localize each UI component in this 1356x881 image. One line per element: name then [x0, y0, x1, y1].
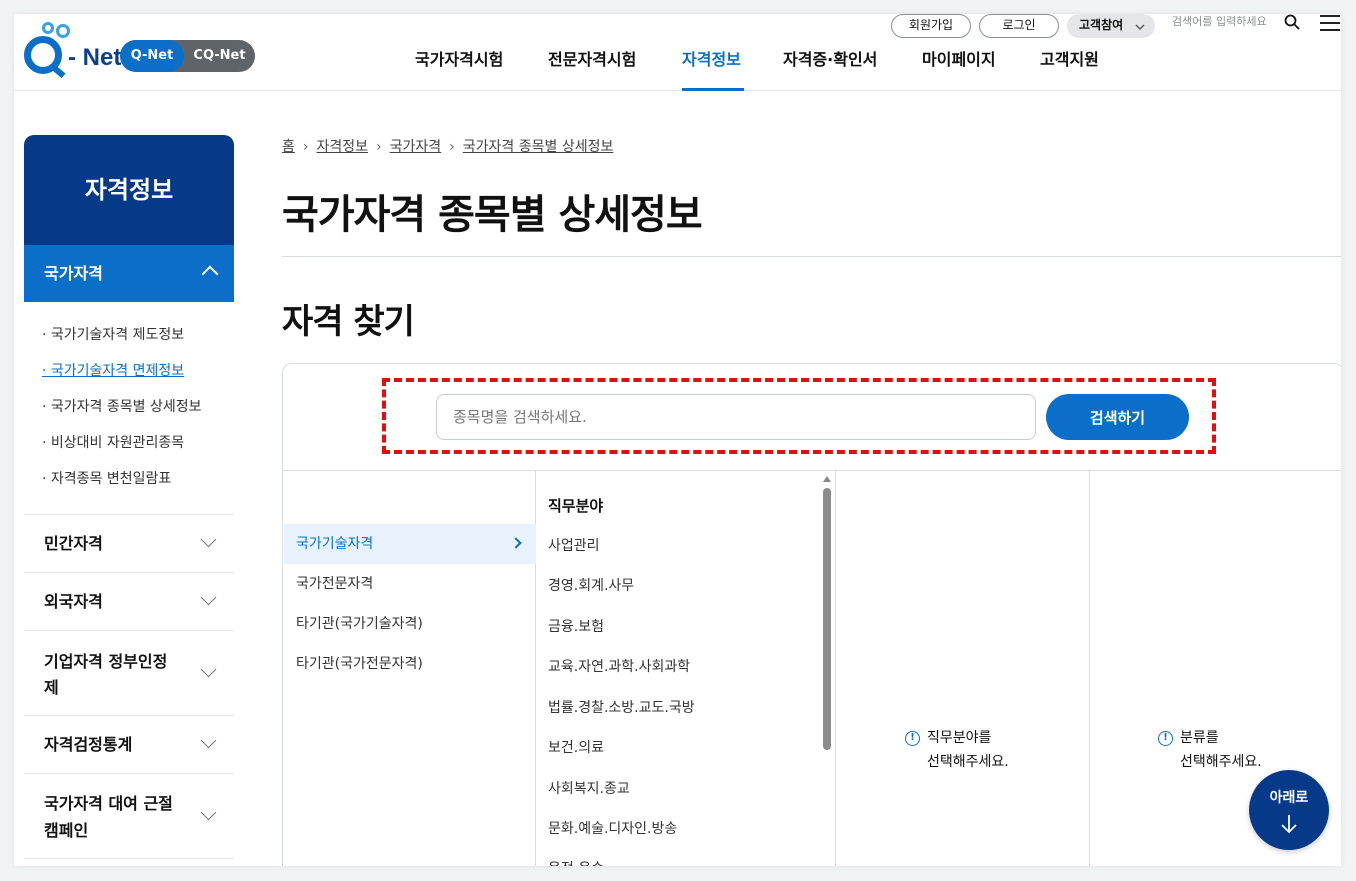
sidebar-subitem[interactable]: · 비상대비 자원관리종목: [42, 432, 184, 452]
browser-page: - Net Q-Net CQ-Net 회원가입 로그인 고객참여 검색어를 입력…: [14, 14, 1341, 866]
sidebar-item-statistics[interactable]: 자격검정통계: [24, 715, 234, 773]
chevron-down-icon: [200, 804, 217, 821]
field-column-header: 직무분야: [548, 497, 604, 515]
field-item[interactable]: 문화.예술.디자인.방송: [548, 818, 677, 838]
login-button[interactable]: 로그인: [979, 14, 1059, 38]
category-item[interactable]: 타기관(국가전문자격): [284, 644, 536, 684]
sidebar-item-enterprise[interactable]: 기업자격 정부인정 제: [24, 630, 234, 715]
section-title: 자격 찾기: [282, 302, 415, 342]
nav-qualification-info[interactable]: 자격정보: [682, 46, 741, 70]
field-item[interactable]: 교육.자연.과학.사회과학: [548, 656, 690, 676]
site-header: - Net Q-Net CQ-Net 회원가입 로그인 고객참여 검색어를 입력…: [14, 14, 1341, 91]
field-item[interactable]: 운전.운송: [548, 858, 604, 866]
search-input[interactable]: [436, 394, 1036, 440]
page-title: 국가자격 종목별 상세정보: [282, 192, 703, 238]
logo-text: - Net: [68, 44, 122, 71]
sidebar-subitem[interactable]: · 자격종목 변천일람표: [42, 468, 171, 488]
sidebar-item-foreign[interactable]: 외국자격: [24, 572, 234, 630]
breadcrumb-current[interactable]: 국가자격 종목별 상세정보: [463, 139, 614, 155]
field-item[interactable]: 법률.경찰.소방.교도.국방: [548, 697, 695, 717]
breadcrumb-home[interactable]: 홈: [282, 139, 295, 155]
breadcrumb: 홈 › 자격정보 › 국가자격 › 국가자격 종목별 상세정보: [282, 136, 613, 156]
qnet-logo[interactable]: - Net: [24, 22, 134, 78]
nav-mypage[interactable]: 마이페이지: [922, 46, 996, 70]
nav-certificate[interactable]: 자격증·확인서: [783, 46, 877, 70]
sidebar-item-private[interactable]: 민간자격: [24, 514, 234, 572]
chevron-down-icon: [200, 589, 217, 606]
breadcrumb-info[interactable]: 자격정보: [317, 139, 369, 155]
field-item[interactable]: 보건.의료: [548, 737, 604, 757]
field-item[interactable]: 경영.회계.사무: [548, 575, 634, 595]
scroll-down-label: 아래로: [1269, 790, 1309, 806]
sidebar-section-national[interactable]: 국가자격: [24, 245, 234, 302]
chevron-down-icon: [1135, 24, 1145, 30]
nav-national-exam[interactable]: 국가자격시험: [415, 46, 503, 70]
nav-support[interactable]: 고객지원: [1040, 46, 1099, 70]
chevron-down-icon: [200, 661, 217, 678]
column-divider: [1089, 471, 1090, 866]
field-list-scrollbar[interactable]: [823, 488, 831, 750]
hamburger-menu-icon[interactable]: [1320, 15, 1340, 31]
chevron-right-icon: [510, 537, 522, 549]
sidebar-section-label: 국가자격: [44, 264, 103, 283]
sidebar-subitem[interactable]: · 국가자격 종목별 상세정보: [42, 396, 202, 416]
chevron-up-icon: [201, 265, 219, 283]
breadcrumb-separator-icon: ›: [302, 139, 309, 155]
scroll-up-arrow-icon[interactable]: [823, 476, 831, 482]
cqnet-switch-button[interactable]: CQ-Net: [184, 40, 255, 72]
site-switch[interactable]: Q-Net CQ-Net: [120, 40, 255, 72]
customer-menu-button[interactable]: 고객참여: [1067, 14, 1155, 38]
sidebar-title: 자격정보: [24, 135, 234, 245]
nav-professional-exam[interactable]: 전문자격시험: [548, 46, 636, 70]
breadcrumb-national[interactable]: 국가자격: [390, 139, 442, 155]
logo-bubble-icon: [42, 22, 54, 34]
sidebar-subitem-active[interactable]: · 국가기술자격 면제정보: [42, 360, 184, 380]
customer-menu-label: 고객참여: [1079, 18, 1124, 32]
arrow-down-icon: [1281, 815, 1297, 834]
breadcrumb-separator-icon: ›: [449, 139, 455, 155]
info-icon: !: [905, 731, 920, 746]
breadcrumb-separator-icon: ›: [376, 139, 382, 155]
category-item-active[interactable]: 국가기술자격: [284, 524, 536, 564]
field-item[interactable]: 금융.보험: [548, 616, 604, 636]
sidebar-item-campaign[interactable]: 국가자격 대여 근절 캠페인: [24, 773, 234, 859]
class-notice: 분류를 선택해주세요.: [1180, 730, 1262, 770]
qnet-switch-button[interactable]: Q-Net: [120, 40, 184, 72]
scroll-down-button[interactable]: 아래로: [1249, 770, 1329, 850]
grid-divider: [282, 470, 1341, 471]
field-item[interactable]: 사업관리: [548, 535, 600, 555]
chevron-down-icon: [200, 531, 217, 548]
category-item[interactable]: 국가전문자격: [284, 564, 536, 604]
title-divider: [282, 256, 1341, 257]
field-notice: 직무분야를 선택해주세요.: [927, 730, 1009, 770]
info-icon: !: [1158, 731, 1173, 746]
column-divider: [835, 471, 836, 866]
logo-bubble-icon: [56, 24, 70, 38]
top-search-placeholder[interactable]: 검색어를 입력하세요: [1172, 14, 1267, 29]
search-button[interactable]: 검색하기: [1046, 394, 1189, 440]
nav-active-indicator: [682, 88, 744, 91]
logo-q-icon: [24, 36, 62, 74]
field-item[interactable]: 사회복지.종교: [548, 778, 630, 798]
chevron-down-icon: [200, 732, 217, 749]
sidebar-subitem[interactable]: · 국가기술자격 제도정보: [42, 324, 184, 344]
search-icon[interactable]: [1284, 14, 1300, 30]
join-button[interactable]: 회원가입: [891, 14, 971, 38]
category-item[interactable]: 타기관(국가기술자격): [284, 604, 536, 644]
